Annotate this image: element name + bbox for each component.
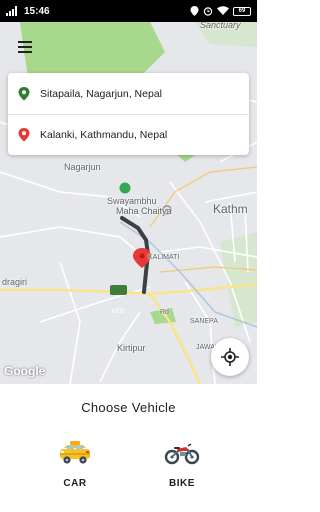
map-label-kathmandu: Kathm [213, 202, 248, 216]
signal-icon [6, 6, 17, 16]
map-label-sanepa: SANEPA [190, 318, 218, 325]
vehicle-option-car[interactable]: CAR [45, 440, 105, 489]
map-label-shivapuri: Sanctuary [200, 22, 241, 30]
destination-location-field[interactable]: Kalanki, Kathmandu, Nepal [8, 114, 249, 155]
pickup-pin-icon [18, 86, 30, 100]
status-bar: 15:46 69 [0, 0, 257, 22]
vehicle-option-bike[interactable]: BIKE [152, 440, 212, 489]
menu-bar-2 [18, 46, 32, 48]
status-right: 69 [190, 6, 251, 16]
map-label-kalimati: KALIMATI [148, 254, 180, 261]
wifi-icon [217, 6, 229, 15]
battery-indicator: 69 [233, 6, 251, 16]
alarm-icon [203, 7, 213, 16]
status-left: 15:46 [6, 6, 50, 17]
status-time: 15:46 [24, 5, 50, 17]
map-label-kirtipur: Kirtipur [117, 343, 146, 353]
my-location-button[interactable] [211, 338, 249, 376]
destination-pin-icon [18, 128, 30, 142]
motorbike-icon [164, 443, 200, 465]
location-card: Sitapaila, Nagarjun, Nepal Kalanki, Kath… [8, 73, 249, 155]
map-label-h02: H02 [112, 308, 125, 315]
menu-bar-3 [18, 51, 32, 53]
menu-bar-1 [18, 41, 32, 43]
map-label-adrigiri: dragiri [2, 277, 28, 287]
vehicle-label-car: CAR [63, 478, 87, 489]
choose-vehicle-title: Choose Vehicle [81, 400, 176, 415]
map-label-nagarjun: Nagarjun [64, 162, 101, 172]
vehicle-label-bike: BIKE [169, 478, 195, 489]
google-logo: Google [4, 364, 46, 378]
map-label-swayambhu-1: Swayambhu [107, 196, 157, 206]
destination-location-text: Kalanki, Kathmandu, Nepal [40, 129, 168, 141]
location-status-icon [190, 6, 199, 16]
crosshair-icon [221, 348, 239, 366]
map-label-swayambhu-2: Maha Chaitya [116, 206, 172, 216]
pickup-location-field[interactable]: Sitapaila, Nagarjun, Nepal [8, 73, 249, 114]
taxi-car-icon [60, 441, 90, 464]
pickup-location-text: Sitapaila, Nagarjun, Nepal [40, 87, 162, 100]
map-label-ring-rd: Rd [160, 309, 169, 316]
menu-button[interactable] [18, 38, 40, 56]
